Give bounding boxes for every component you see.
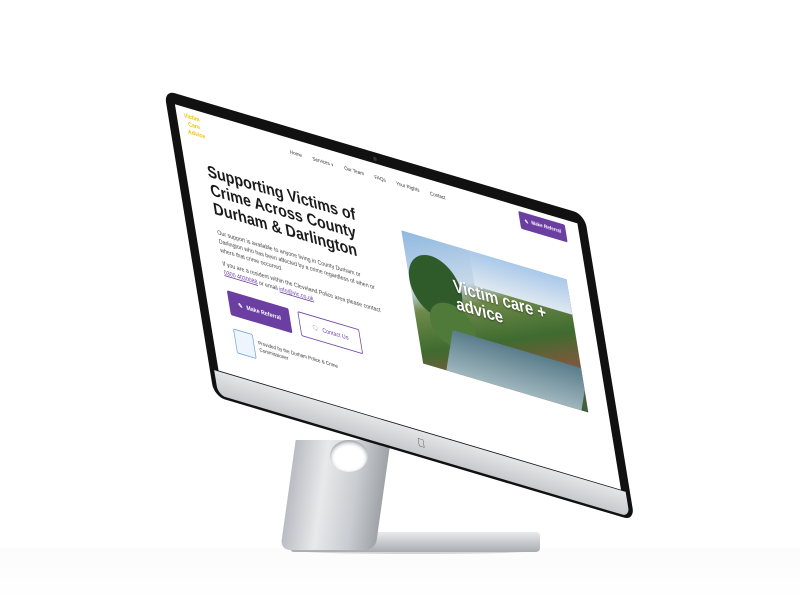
monitor:  Victim Care Advice Home Services ∨ Our…: [164, 90, 635, 521]
image-river: [446, 330, 588, 411]
chat-bubble-icon: 🗨: [311, 324, 320, 333]
pcc-crest-logo: [233, 328, 257, 360]
hero-image: Victim care + advice: [401, 230, 589, 413]
nav-your-rights[interactable]: Your Rights: [396, 181, 420, 193]
provided-by-text: Provided by the Durham Police & Crime Co…: [257, 340, 339, 370]
pencil-icon: ✎: [524, 219, 530, 226]
contact-us-button[interactable]: 🗨 Contact Us: [297, 311, 364, 355]
nav-our-team[interactable]: Our Team: [344, 166, 365, 177]
site-logo[interactable]: Victim Care Advice: [182, 110, 209, 143]
nav-make-referral-label: Make Referral: [531, 220, 562, 235]
stand-cable-hole: [330, 440, 368, 472]
make-referral-button[interactable]: ✎ Make Referral: [226, 290, 293, 334]
floor-background: [0, 548, 800, 600]
logo-word-advice: Advice: [187, 129, 206, 141]
nav-services[interactable]: Services ∨: [312, 157, 334, 169]
nav-services-label: Services: [312, 156, 331, 168]
nav-faqs[interactable]: FAQs: [374, 175, 386, 184]
nav-home[interactable]: Home: [290, 150, 303, 159]
nav-contact[interactable]: Contact: [430, 191, 446, 201]
make-referral-label: Make Referral: [245, 304, 282, 322]
chevron-down-icon: ∨: [330, 162, 335, 169]
contact-us-label: Contact Us: [321, 327, 349, 342]
pencil-icon: ✎: [237, 302, 244, 311]
